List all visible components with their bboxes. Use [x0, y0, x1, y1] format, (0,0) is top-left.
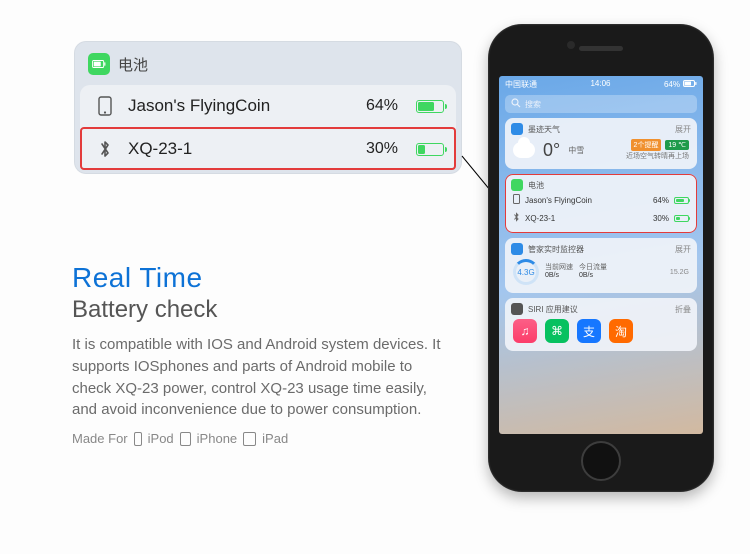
siri-app[interactable]: ⌘ [545, 319, 569, 343]
device-name: XQ-23-1 [128, 139, 354, 159]
temperature: 0° [543, 140, 560, 161]
body-text: It is compatible with IOS and Android sy… [72, 334, 452, 421]
network-app-icon [511, 243, 523, 255]
siri-app[interactable]: ♫ [513, 319, 537, 343]
siri-title: SIRI 应用建议 [528, 304, 578, 315]
expand-label[interactable]: 展开 [675, 244, 691, 255]
clock: 14:06 [590, 79, 610, 90]
bluetooth-icon [94, 139, 116, 159]
up-label: 当前网速 [545, 264, 573, 272]
device-percent: 30% [653, 214, 669, 223]
headline-1: Real Time [72, 262, 452, 294]
device-name: Jason's FlyingCoin [128, 96, 354, 116]
dn-label: 今日流量 [579, 264, 607, 272]
battery-widget: 电池 Jason's FlyingCoin 64% XQ-23-1 30% [74, 41, 462, 174]
ipad-icon [243, 432, 256, 446]
marketing-copy: Real Time Battery check It is compatible… [72, 262, 452, 446]
made-for-item: iPad [262, 431, 288, 446]
made-for-item: iPod [148, 431, 174, 446]
weather-card[interactable]: 墨迹天气 展开 0° 中雪 2个提醒 19 ℃ 近场空气转晴再上场 [505, 118, 697, 169]
siri-app[interactable]: 支 [577, 319, 601, 343]
status-bar: 中国联通 14:06 64% [499, 76, 703, 92]
battery-icon [674, 197, 689, 204]
device-name: Jason's FlyingCoin [525, 196, 648, 205]
device-percent: 64% [366, 97, 398, 115]
search-icon [511, 98, 521, 110]
battery-widget-title: 电池 [118, 54, 148, 75]
weather-app-icon [511, 123, 523, 135]
ring-value: 4.3G [517, 268, 534, 277]
made-for-item: iPhone [197, 431, 237, 446]
battery-app-icon [511, 179, 523, 191]
condition: 中雪 [568, 145, 584, 156]
phone-frame: 中国联通 14:06 64% 搜索 墨迹天气 展开 [488, 24, 714, 492]
home-button[interactable] [581, 441, 621, 481]
headline-2: Battery check [72, 296, 452, 324]
battery-row: Jason's FlyingCoin 64% [511, 191, 691, 209]
cloud-icon [513, 142, 535, 158]
battery-row: XQ-23-1 30% [80, 127, 456, 170]
device-name: XQ-23-1 [525, 214, 648, 223]
siri-icon [511, 303, 523, 315]
device-percent: 64% [653, 196, 669, 205]
status-battery-pct: 64% [664, 80, 680, 89]
dn-value: 0B/s [579, 272, 607, 280]
phone-icon [513, 194, 520, 206]
expand-label[interactable]: 展开 [675, 124, 691, 135]
battery-icon [416, 143, 444, 156]
bluetooth-icon [513, 212, 520, 224]
network-card[interactable]: 管家实时监控器 展开 4.3G 当前网速 0B/s 今日流量 0B/s 15.2… [505, 238, 697, 293]
weather-title: 墨迹天气 [528, 124, 560, 135]
battery-card[interactable]: 电池 Jason's FlyingCoin 64% XQ-23-1 30% [505, 174, 697, 233]
net-total: 15.2G [670, 269, 689, 276]
data-ring: 4.3G [513, 259, 539, 285]
iphone-icon [180, 432, 191, 446]
ipod-icon [134, 432, 142, 446]
battery-row: XQ-23-1 30% [511, 209, 691, 227]
search-placeholder: 搜索 [525, 99, 541, 110]
battery-card-title: 电池 [528, 180, 544, 191]
battery-icon [416, 100, 444, 113]
made-for-label: Made For [72, 431, 128, 446]
battery-widget-header: 电池 [74, 49, 462, 85]
phone-icon [94, 96, 116, 116]
battery-row: Jason's FlyingCoin 64% [80, 85, 456, 127]
battery-widget-rows: Jason's FlyingCoin 64% XQ-23-1 30% [80, 85, 456, 170]
weather-badge: 2个提醒 [631, 139, 662, 151]
weather-badge: 19 ℃ [665, 140, 689, 150]
siri-card[interactable]: SIRI 应用建议 折叠 ♫ ⌘ 支 淘 [505, 298, 697, 351]
siri-app[interactable]: 淘 [609, 319, 633, 343]
search-field[interactable]: 搜索 [505, 95, 697, 113]
collapse-label[interactable]: 折叠 [675, 304, 691, 315]
weather-note: 近场空气转晴再上场 [626, 153, 689, 160]
battery-app-icon [88, 53, 110, 75]
made-for-line: Made For iPod iPhone iPad [72, 431, 452, 446]
network-title: 管家实时监控器 [528, 244, 584, 255]
carrier: 中国联通 [505, 79, 537, 90]
device-percent: 30% [366, 140, 398, 158]
battery-icon [674, 215, 689, 222]
up-value: 0B/s [545, 272, 573, 280]
status-battery-icon [683, 80, 697, 89]
phone-screen: 中国联通 14:06 64% 搜索 墨迹天气 展开 [499, 76, 703, 434]
